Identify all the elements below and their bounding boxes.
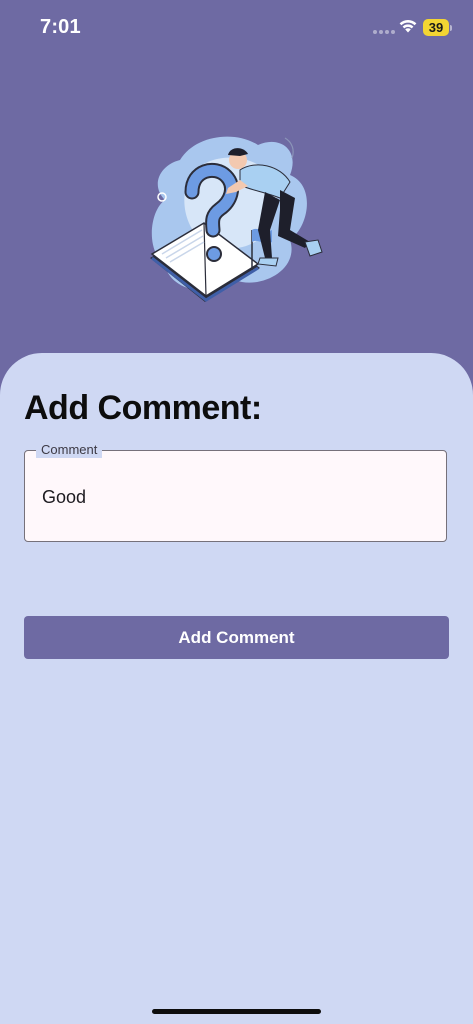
battery-indicator: 39	[423, 19, 449, 36]
add-comment-button[interactable]: Add Comment	[24, 616, 449, 659]
question-book-illustration	[150, 136, 323, 302]
wifi-icon	[399, 19, 417, 33]
status-time: 7:01	[40, 16, 81, 38]
cellular-signal-icon	[373, 30, 395, 34]
home-indicator[interactable]	[152, 1009, 321, 1014]
comment-input[interactable]	[42, 487, 422, 508]
screen: 7:01 39 Add Comment: Comment Good Add Co…	[0, 0, 473, 1024]
comment-field-label: Comment	[36, 442, 103, 458]
battery-tip	[450, 25, 452, 31]
status-bar: 7:01 39	[0, 0, 473, 56]
comment-sheet: Add Comment: Comment Add Comment	[0, 353, 473, 1024]
comment-field[interactable]: Comment	[24, 442, 447, 542]
page-title: Add Comment:	[24, 389, 262, 427]
